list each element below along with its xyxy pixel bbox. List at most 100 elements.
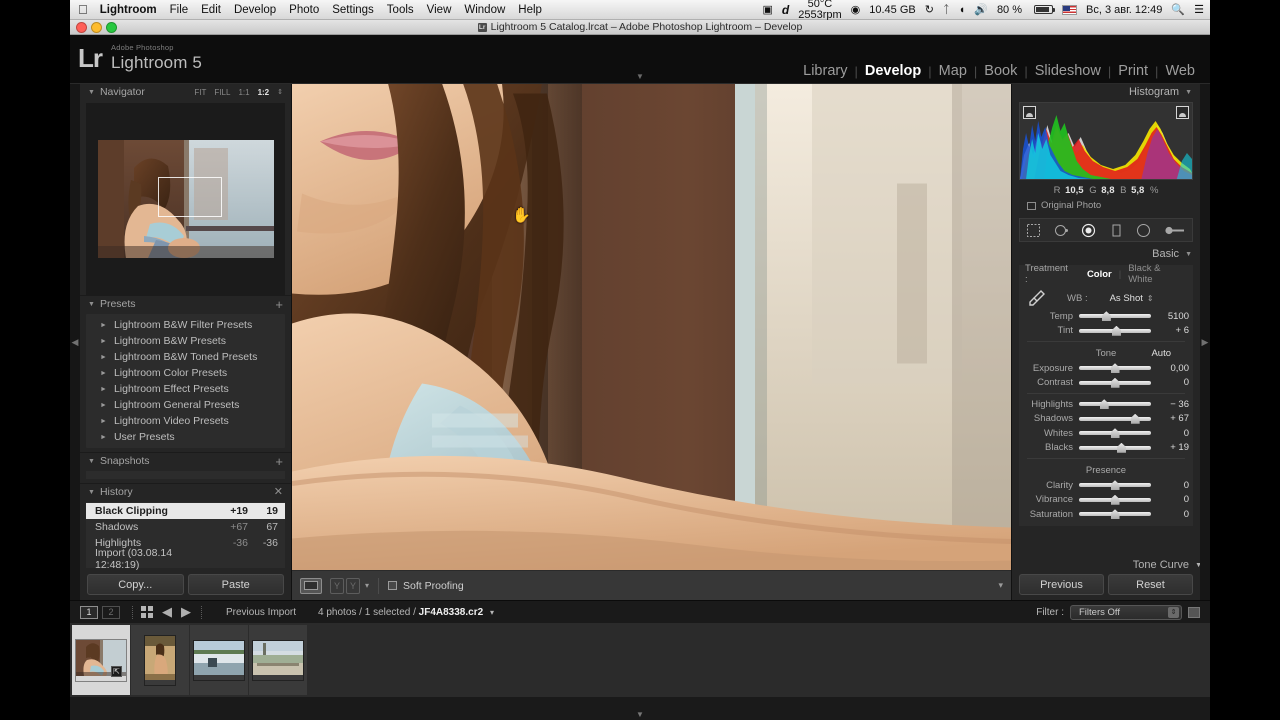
highlight-clipping-icon[interactable] <box>1176 106 1189 119</box>
adjustment-brush-tool[interactable] <box>1164 223 1186 238</box>
list-item[interactable]: ⇱ <box>72 625 131 695</box>
tone-curve-header[interactable]: Tone Curve ▼ <box>1012 556 1210 574</box>
apple-icon[interactable]:  <box>78 3 88 16</box>
expand-triangle-icon[interactable]: ► <box>100 386 107 393</box>
chevron-down-icon[interactable]: ▾ <box>490 608 494 617</box>
module-library[interactable]: Library <box>796 63 854 79</box>
add-preset-icon[interactable]: + <box>275 298 283 311</box>
expand-triangle-icon[interactable]: ► <box>100 418 107 425</box>
list-item[interactable]: ► Lightroom B&W Toned Presets <box>86 349 285 365</box>
view-mode-caret-icon[interactable]: ▾ <box>365 581 369 590</box>
slider-knob[interactable] <box>1110 377 1120 388</box>
clarity-slider-track[interactable] <box>1079 480 1151 491</box>
white-balance-eyedropper-icon[interactable] <box>1027 288 1047 308</box>
expand-triangle-icon[interactable]: ► <box>100 354 107 361</box>
list-item[interactable] <box>249 625 308 695</box>
wb-stepper-icon[interactable]: ⇕ <box>1147 294 1154 303</box>
graduated-filter-tool[interactable] <box>1109 223 1124 238</box>
highlights-slider-track[interactable] <box>1079 399 1151 410</box>
treatment-color-option[interactable]: Color <box>1087 269 1112 280</box>
grid-view-icon[interactable] <box>141 606 153 618</box>
disclosure-triangle-icon[interactable]: ▼ <box>88 301 95 308</box>
slider-knob[interactable] <box>1110 509 1120 520</box>
basic-header[interactable]: Basic ▼ <box>1012 246 1200 262</box>
filter-stepper-icon[interactable]: ⇕ <box>1168 606 1179 618</box>
red-eye-correction-tool[interactable] <box>1081 223 1096 238</box>
list-item[interactable]: ► Lightroom B&W Filter Presets <box>86 317 285 333</box>
zoom-1-1[interactable]: 1:1 <box>238 88 249 97</box>
list-item[interactable]: ► Lightroom B&W Presets <box>86 333 285 349</box>
slider-knob[interactable] <box>1110 363 1120 374</box>
top-panel-collapse-caret[interactable]: ▼ <box>636 72 644 81</box>
whites-slider-track[interactable] <box>1079 428 1151 439</box>
slider-row[interactable]: Clarity 0 <box>1019 478 1193 493</box>
module-web[interactable]: Web <box>1158 63 1202 79</box>
exposure-slider-track[interactable] <box>1079 363 1151 374</box>
expand-triangle-icon[interactable]: ► <box>100 402 107 409</box>
clock-label[interactable]: Вс, 3 авг. 12:49 <box>1086 4 1162 16</box>
module-slideshow[interactable]: Slideshow <box>1028 63 1108 79</box>
expand-triangle-icon[interactable]: ► <box>100 338 107 345</box>
zoom-1-2[interactable]: 1:2 <box>258 88 270 97</box>
reset-button[interactable]: Reset <box>1108 574 1193 595</box>
menu-item-edit[interactable]: Edit <box>201 4 221 16</box>
module-develop[interactable]: Develop <box>858 63 928 79</box>
table-row[interactable]: Shadows +67 67 <box>86 519 285 535</box>
slider-knob[interactable] <box>1110 494 1120 505</box>
slider-row[interactable]: Shadows + 67 <box>1019 412 1193 427</box>
zoom-fit[interactable]: FIT <box>194 88 206 97</box>
thumb-JF4A8338[interactable]: ⇱ <box>75 638 127 682</box>
expand-triangle-icon[interactable]: ► <box>100 434 107 441</box>
soft-proofing-checkbox[interactable] <box>388 581 398 590</box>
slider-row[interactable]: Vibrance 0 <box>1019 493 1193 508</box>
module-print[interactable]: Print <box>1111 63 1155 79</box>
back-arrow-icon[interactable]: ◀ <box>162 604 172 620</box>
close-button[interactable] <box>76 22 87 33</box>
screen-record-icon[interactable]: ▣ <box>762 3 772 16</box>
wifi-icon[interactable]: ◖ <box>959 4 966 16</box>
zoom-fill[interactable]: FILL <box>214 88 230 97</box>
menu-item-window[interactable]: Window <box>464 4 505 16</box>
history-header[interactable]: ▼ History ✕ <box>80 484 291 500</box>
crop-overlay-tool[interactable] <box>1026 223 1041 238</box>
left-panel-collapse-arrow[interactable]: ◀ <box>70 84 80 600</box>
table-row[interactable]: Import (03.08.14 12:48:19) <box>86 547 285 571</box>
photo-count[interactable]: 4 photos / 1 selected / JF4A8338.cr2 ▾ <box>318 607 494 618</box>
screen-1-button[interactable]: 1 <box>80 605 98 619</box>
navigator-header[interactable]: ▼ Navigator FIT FILL 1:1 1:2 ⇕ <box>80 84 291 100</box>
slider-knob[interactable] <box>1111 325 1121 336</box>
shadow-clipping-icon[interactable] <box>1023 106 1036 119</box>
presets-header[interactable]: ▼ Presets + <box>80 296 291 312</box>
clear-history-icon[interactable]: ✕ <box>274 486 283 498</box>
zoom-button[interactable] <box>106 22 117 33</box>
add-snapshot-icon[interactable]: + <box>275 455 283 468</box>
develop-badge-icon[interactable]: ⇱ <box>111 665 122 677</box>
slider-knob[interactable] <box>1110 428 1120 439</box>
list-item[interactable]: ► User Presets <box>86 429 285 445</box>
temperature-monitor-icon[interactable]: 50°C 2553rpm <box>798 0 841 21</box>
list-item[interactable]: ► Lightroom General Presets <box>86 397 285 413</box>
before-after-view-icons[interactable]: Y Y <box>330 577 360 594</box>
slider-row[interactable]: Blacks + 19 <box>1019 441 1193 456</box>
slider-knob[interactable] <box>1101 311 1111 322</box>
minimize-button[interactable] <box>91 22 102 33</box>
d-icon[interactable]: d <box>782 3 789 17</box>
notification-center-icon[interactable]: ☰ <box>1194 3 1204 16</box>
slider-row[interactable]: Contrast 0 <box>1019 376 1193 391</box>
module-book[interactable]: Book <box>977 63 1024 79</box>
expand-triangle-icon[interactable]: ► <box>100 370 107 377</box>
filter-select[interactable]: Filters Off ⇕ <box>1070 604 1182 620</box>
filmstrip-collapse-caret[interactable]: ▼ <box>636 710 644 719</box>
spotlight-search-icon[interactable]: 🔍 <box>1171 3 1185 16</box>
battery-icon[interactable] <box>1031 5 1056 14</box>
slider-row[interactable]: Exposure 0,00 <box>1019 361 1193 376</box>
menu-item-file[interactable]: File <box>170 4 189 16</box>
menu-item-lightroom[interactable]: Lightroom <box>100 4 157 16</box>
slider-row[interactable]: Highlights − 36 <box>1019 397 1193 412</box>
source-label[interactable]: Previous Import <box>226 607 296 618</box>
list-item[interactable] <box>131 625 190 695</box>
shadows-slider-track[interactable] <box>1079 413 1151 424</box>
time-machine-icon[interactable]: ↻ <box>925 3 934 16</box>
radial-filter-tool[interactable] <box>1136 223 1151 238</box>
navigator-preview[interactable] <box>86 103 285 295</box>
